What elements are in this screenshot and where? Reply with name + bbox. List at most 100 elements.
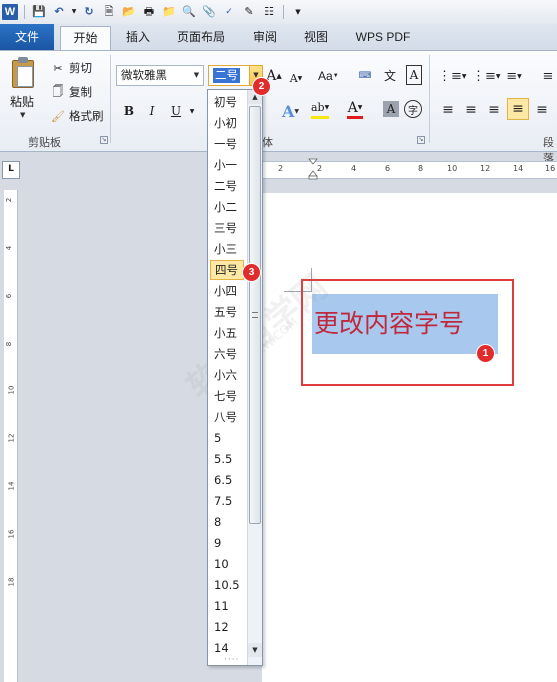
tab-home[interactable]: 开始	[60, 26, 111, 51]
align-right-icon[interactable]: ≡	[486, 100, 502, 120]
bold-button[interactable]: B	[121, 101, 137, 121]
size-option[interactable]: 小五	[210, 323, 246, 343]
customize-icon[interactable]: ▼	[290, 4, 306, 20]
indent-marker-icon[interactable]	[308, 158, 318, 180]
tab-view[interactable]: 视图	[296, 26, 336, 50]
highlight-icon[interactable]: ab ▼	[311, 99, 330, 119]
decrease-indent-icon[interactable]: ≡	[540, 66, 556, 86]
tab-page-layout[interactable]: 页面布局	[168, 26, 234, 50]
size-option[interactable]: 10.5	[210, 575, 246, 595]
size-option[interactable]: 9	[210, 533, 246, 553]
dropdown-scrollbar[interactable]: ▲ ▼	[247, 90, 262, 665]
align-center-icon[interactable]: ≡	[463, 100, 479, 120]
step-badge-1: 1	[477, 345, 494, 362]
size-option[interactable]: 八号	[210, 407, 246, 427]
size-option[interactable]: 六号	[210, 344, 246, 364]
redo-icon[interactable]: ↻	[81, 4, 97, 20]
scroll-down-icon[interactable]: ▼	[248, 643, 262, 657]
horizontal-ruler[interactable]: 2 2 4 6 8 10 12 14 16	[262, 161, 557, 179]
size-option[interactable]: 5.5	[210, 449, 246, 469]
draw-icon[interactable]: ✎	[241, 4, 257, 20]
cut-button[interactable]: ✂ 剪切	[50, 58, 92, 78]
char-shading-icon[interactable]: A	[383, 101, 399, 117]
print-icon[interactable]: 🖶	[141, 4, 157, 20]
save-icon[interactable]: 💾	[31, 4, 47, 20]
multilevel-list-icon[interactable]: ≡ ▼	[506, 66, 522, 86]
tab-file[interactable]: 文件	[0, 24, 54, 50]
tab-wps-pdf[interactable]: WPS PDF	[348, 26, 418, 50]
size-option[interactable]: 小三	[210, 239, 246, 259]
enclose-char-icon[interactable]: A	[406, 65, 422, 85]
tab-insert[interactable]: 插入	[118, 26, 158, 50]
undo-dropdown-icon[interactable]: ▼	[71, 4, 77, 20]
diagram-icon[interactable]: ☷	[261, 4, 277, 20]
size-option[interactable]: 小六	[210, 365, 246, 385]
size-option[interactable]: 五号	[210, 302, 246, 322]
new-doc-icon[interactable]: 🗎	[101, 4, 117, 20]
paste-icon[interactable]	[10, 57, 36, 89]
size-option[interactable]: 8	[210, 512, 246, 532]
spellcheck-icon[interactable]: ✓	[221, 4, 237, 20]
underline-button[interactable]: U	[168, 101, 184, 121]
size-option[interactable]: 小一	[210, 155, 246, 175]
format-painter-button[interactable]: 🖌 格式刷	[50, 106, 104, 126]
size-option[interactable]: 10	[210, 554, 246, 574]
ruler-tick: 8	[5, 341, 14, 347]
undo-icon[interactable]: ↶	[51, 4, 67, 20]
size-option[interactable]: 一号	[210, 134, 246, 154]
size-option[interactable]: 七号	[210, 386, 246, 406]
char-border-icon[interactable]: 文	[382, 65, 398, 85]
clipboard-launcher-icon[interactable]: ↘	[100, 136, 108, 144]
clipboard-group-label: 剪贴板	[28, 136, 61, 149]
folder-icon[interactable]: 📁	[161, 4, 177, 20]
size-option[interactable]: 二号	[210, 176, 246, 196]
underline-dropdown-icon[interactable]: ▼	[184, 101, 200, 121]
ribbon: 粘贴 ▼ ✂ 剪切 🗍 复制 🖌 格式刷 剪贴板 ↘ 微软雅黑 ▼ 二号 ▼ A…	[0, 50, 557, 165]
italic-button[interactable]: I	[144, 101, 160, 121]
attach-icon[interactable]: 📎	[201, 4, 217, 20]
copy-button[interactable]: 🗍 复制	[50, 82, 93, 102]
size-option[interactable]: 11	[210, 596, 246, 616]
distributed-icon[interactable]: ≡	[534, 100, 550, 120]
change-case-icon[interactable]: Aa ▼	[318, 66, 339, 86]
font-name-combo[interactable]: 微软雅黑 ▼	[116, 65, 204, 86]
size-option[interactable]: 5	[210, 428, 246, 448]
size-option[interactable]: 12	[210, 617, 246, 637]
open-folder-icon[interactable]: 📂	[121, 4, 137, 20]
print-preview-icon[interactable]: 🔍	[181, 4, 197, 20]
size-option[interactable]: 6.5	[210, 470, 246, 490]
size-option[interactable]: 7.5	[210, 491, 246, 511]
size-option[interactable]: 小二	[210, 197, 246, 217]
paste-button[interactable]: 粘贴	[10, 93, 34, 110]
size-option[interactable]: 小四	[210, 281, 246, 301]
ruler-tick: 14	[513, 164, 524, 173]
font-size-dropdown[interactable]: 初号 小初 一号 小一 二号 小二 三号 小三 四号 小四 五号 小五 六号 小…	[207, 89, 263, 666]
font-name-value: 微软雅黑	[121, 68, 167, 82]
resize-grip-icon[interactable]: ····	[224, 655, 239, 665]
tab-review[interactable]: 审阅	[245, 26, 285, 50]
tab-selector[interactable]: L	[2, 161, 20, 179]
size-option[interactable]: 小初	[210, 113, 246, 133]
enclose-circle-icon[interactable]: 字	[404, 100, 422, 118]
step-badge-3: 3	[243, 264, 260, 281]
size-option[interactable]: 三号	[210, 218, 246, 238]
ruler-tick: 10	[447, 164, 458, 173]
vertical-ruler[interactable]: 2 4 6 8 10 12 14 16 18	[4, 190, 18, 682]
justify-icon[interactable]: ≡	[507, 98, 529, 120]
bullets-icon[interactable]: ⋮≡ ▼	[438, 66, 467, 86]
group-separator	[110, 55, 111, 143]
numbering-icon[interactable]: ⋮≡ ▼	[472, 66, 501, 86]
size-option-hovered[interactable]: 四号	[210, 260, 244, 280]
size-option[interactable]: 初号	[210, 92, 246, 112]
ruler-tick: 4	[5, 245, 14, 251]
text-effect-icon[interactable]: A ▼	[282, 101, 299, 121]
format-painter-label: 格式刷	[69, 109, 104, 123]
font-name-dropdown-icon[interactable]: ▼	[190, 66, 203, 85]
paste-dropdown-icon[interactable]: ▼	[20, 111, 25, 119]
align-left-icon[interactable]: ≡	[440, 100, 456, 120]
font-launcher-icon[interactable]: ↘	[417, 136, 425, 144]
scrollbar-thumb[interactable]	[249, 106, 261, 524]
shrink-font-icon[interactable]: A ▼	[288, 68, 304, 88]
font-color-icon[interactable]: A ▼	[347, 99, 363, 119]
phonetic-guide-icon[interactable]: ⌨	[357, 66, 373, 86]
